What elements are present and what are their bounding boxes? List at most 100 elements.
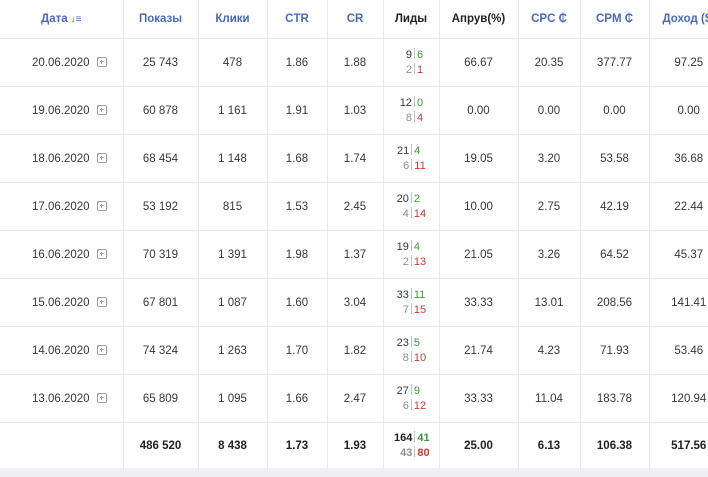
total-approve: 25.00 xyxy=(439,422,519,469)
ctr-cell: 1.68 xyxy=(267,134,328,183)
cr-cell: 1.82 xyxy=(327,326,384,375)
leads-hold: 6 xyxy=(403,159,410,172)
total-label-cell xyxy=(0,422,124,469)
cpm-cell: 71.93 xyxy=(580,326,650,375)
expand-row-icon[interactable] xyxy=(96,248,107,259)
total-row: 486 520 8 438 1.73 1.93 164 41 43 80 25.00… xyxy=(0,422,708,469)
income-cell: 36.68 xyxy=(649,134,708,183)
date-cell: 20.06.2020 xyxy=(0,38,124,87)
cpc-cell: 4.23 xyxy=(518,326,581,375)
leads-total: 23 xyxy=(396,336,409,349)
shows-cell: 74 324 xyxy=(123,326,199,375)
leads-hold: 8 xyxy=(402,351,409,364)
leads-cell: 9621 xyxy=(383,38,440,87)
approve-cell: 21.74 xyxy=(439,326,519,375)
leads-rejected: 12 xyxy=(413,399,427,412)
date-cell: 19.06.2020 xyxy=(0,86,124,135)
leads-approved: 9 xyxy=(413,384,420,397)
row-date: 14.06.2020 xyxy=(32,344,90,357)
expand-row-icon[interactable] xyxy=(96,104,107,115)
date-cell: 17.06.2020 xyxy=(0,182,124,231)
sort-desc-icon[interactable]: ↓≡ xyxy=(71,14,82,25)
leads-total: 20 xyxy=(396,192,409,205)
row-date: 19.06.2020 xyxy=(32,104,90,117)
total-leads-hold: 43 xyxy=(400,447,413,459)
table-row: 20.06.2020 25 743 478 1.86 1.88 9 6 2 1 66.67 20.3… xyxy=(0,38,708,87)
leads-rejected: 10 xyxy=(413,351,427,364)
row-date: 17.06.2020 xyxy=(32,200,90,213)
column-header-cr[interactable]: CR xyxy=(327,0,384,39)
total-ctr: 1.73 xyxy=(267,422,328,469)
row-date: 13.06.2020 xyxy=(32,392,90,405)
leads-approved: 0 xyxy=(416,96,424,109)
shows-cell: 65 809 xyxy=(123,374,199,423)
date-cell: 18.06.2020 xyxy=(0,134,124,183)
total-shows: 486 520 xyxy=(123,422,199,469)
leads-approved: 6 xyxy=(416,48,424,61)
column-header-income[interactable]: Доход ($) xyxy=(649,0,708,39)
leads-cell: 33 11 7 15 xyxy=(383,278,440,327)
leads-rejected: 14 xyxy=(413,207,427,220)
column-header-clicks[interactable]: Клики xyxy=(198,0,268,39)
column-header-cpc[interactable]: CPC ₵ xyxy=(518,0,581,39)
leads-approved: 2 xyxy=(413,192,420,205)
cr-cell: 2.45 xyxy=(327,182,384,231)
clicks-cell: 1 161 xyxy=(198,86,268,135)
column-header-approve: Апрув(%) xyxy=(439,0,519,39)
total-leads-total: 164 xyxy=(394,432,413,444)
ctr-cell: 1.91 xyxy=(267,86,328,135)
expand-row-icon[interactable] xyxy=(96,392,107,403)
total-leads-approved: 41 xyxy=(417,432,430,444)
cpc-cell: 3.20 xyxy=(518,134,581,183)
approve-cell: 19.05 xyxy=(439,134,519,183)
column-header-leads: Лиды xyxy=(383,0,440,39)
cpm-cell: 64.52 xyxy=(580,230,650,279)
cpc-cell: 11.04 xyxy=(518,374,581,423)
expand-row-icon[interactable] xyxy=(96,296,107,307)
expand-row-icon[interactable] xyxy=(96,344,107,355)
clicks-cell: 478 xyxy=(198,38,268,87)
table-row: 17.06.2020 53 192 815 1.53 2.45 20 2 4 14 10.00 2.… xyxy=(0,182,708,231)
stats-table-container: Дата ↓≡ Показы Клики CTR CR Лиды Апрув(%)… xyxy=(0,0,708,469)
table-header-row: Дата ↓≡ Показы Клики CTR CR Лиды Апрув(%)… xyxy=(0,0,708,39)
table-row: 18.06.2020 68 454 1 148 1.68 1.74 21 4 6 11 19.05… xyxy=(0,134,708,183)
stats-table: Дата ↓≡ Показы Клики CTR CR Лиды Апрув(%)… xyxy=(0,0,708,469)
date-cell: 15.06.2020 xyxy=(0,278,124,327)
ctr-cell: 1.98 xyxy=(267,230,328,279)
row-date: 20.06.2020 xyxy=(32,56,90,69)
expand-row-icon[interactable] xyxy=(96,152,107,163)
leads-hold: 2 xyxy=(405,63,412,76)
column-header-date[interactable]: Дата ↓≡ xyxy=(0,0,124,39)
leads-cell: 21 4 6 11 xyxy=(383,134,440,183)
leads-hold: 2 xyxy=(402,255,409,268)
leads-hold: 4 xyxy=(402,207,409,220)
shows-cell: 70 319 xyxy=(123,230,199,279)
cpc-cell: 2.75 xyxy=(518,182,581,231)
clicks-cell: 1 087 xyxy=(198,278,268,327)
approve-cell: 33.33 xyxy=(439,374,519,423)
cpm-cell: 377.77 xyxy=(580,38,650,87)
leads-total: 12 xyxy=(399,96,412,109)
leads-cell: 27 9 6 12 xyxy=(383,374,440,423)
column-header-shows[interactable]: Показы xyxy=(123,0,199,39)
leads-total: 33 xyxy=(396,288,409,301)
total-income: 517.56 xyxy=(671,440,707,452)
row-date: 16.06.2020 xyxy=(32,248,90,261)
cpc-cell: 3.26 xyxy=(518,230,581,279)
leads-rejected: 11 xyxy=(414,159,426,172)
cr-cell: 2.47 xyxy=(327,374,384,423)
leads-hold: 8 xyxy=(405,111,412,124)
cpm-cell: 208.56 xyxy=(580,278,650,327)
shows-cell: 60 878 xyxy=(123,86,199,135)
column-header-ctr[interactable]: CTR xyxy=(267,0,328,39)
ctr-cell: 1.70 xyxy=(267,326,328,375)
expand-row-icon[interactable] xyxy=(96,200,107,211)
cr-cell: 3.04 xyxy=(327,278,384,327)
cpc-cell: 0.00 xyxy=(518,86,581,135)
column-header-cpm[interactable]: CPM ₵ xyxy=(580,0,650,39)
leads-rejected: 4 xyxy=(416,111,424,124)
ctr-cell: 1.86 xyxy=(267,38,328,87)
total-leads-rejected: 80 xyxy=(417,447,430,459)
expand-row-icon[interactable] xyxy=(96,56,107,67)
total-cpc: 6.13 xyxy=(518,422,581,469)
